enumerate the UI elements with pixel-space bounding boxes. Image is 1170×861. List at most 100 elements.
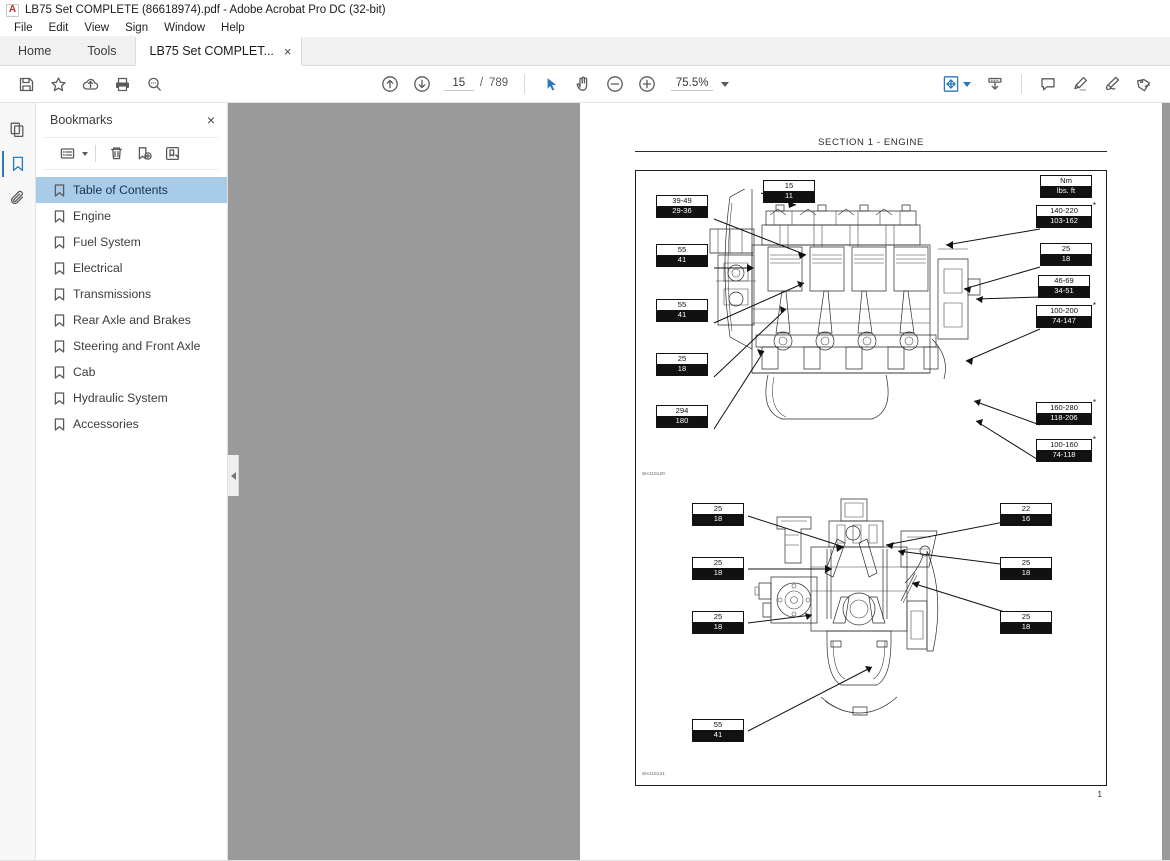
page-thumbnails-icon xyxy=(10,122,23,138)
zoom-in-button[interactable] xyxy=(631,69,663,99)
sign-button[interactable] xyxy=(1096,69,1128,99)
pdf-viewer[interactable]: SECTION 1 - ENGINE 15 11 39-49 29-36 55 … xyxy=(228,103,1170,860)
tab-tools[interactable]: Tools xyxy=(69,36,135,65)
torque-label-55-a: 55 41 xyxy=(656,244,708,267)
tab-home[interactable]: Home xyxy=(0,36,70,65)
close-icon[interactable]: × xyxy=(207,113,215,127)
add-bookmark-button[interactable] xyxy=(42,69,74,99)
bookmarks-divider xyxy=(95,145,96,162)
torque-label-bottom-25-b: 25 18 xyxy=(692,557,744,580)
collapse-panel-button[interactable] xyxy=(228,455,239,496)
bookmark-label: Table of Contents xyxy=(73,183,172,197)
zoom-out-button[interactable] xyxy=(599,69,631,99)
attachments-button[interactable] xyxy=(2,181,34,215)
highlight-button[interactable] xyxy=(1064,69,1096,99)
minus-circle-icon xyxy=(607,76,624,92)
bookmark-item-transmissions[interactable]: Transmissions xyxy=(36,281,227,307)
torque-label-bottom-55: 55 41 xyxy=(692,719,744,742)
page-number-input[interactable] xyxy=(443,77,474,91)
comment-button[interactable] xyxy=(1032,69,1064,99)
close-icon[interactable]: × xyxy=(284,45,292,58)
previous-page-button[interactable] xyxy=(374,69,406,99)
page-thumbnails-button[interactable] xyxy=(2,113,34,147)
chevron-down-icon[interactable] xyxy=(82,151,88,156)
new-bookmark-button[interactable] xyxy=(131,142,157,166)
torque-label-55-b: 55 41 xyxy=(656,299,708,322)
torque-nm: 55 xyxy=(713,720,723,729)
bookmark-item-engine[interactable]: Engine xyxy=(36,203,227,229)
torque-label-15: 15 11 xyxy=(763,180,815,203)
print-button[interactable] xyxy=(106,69,138,99)
bookmark-item-rear-axle-and-brakes[interactable]: Rear Axle and Brakes xyxy=(36,307,227,333)
bookmarks-header: Bookmarks × xyxy=(36,103,227,137)
torque-lbft: 41 xyxy=(657,255,707,266)
new-bookmark-icon xyxy=(138,147,152,160)
bookmark-options-button[interactable] xyxy=(54,142,80,166)
chevron-down-icon[interactable] xyxy=(721,81,730,87)
bookmark-icon xyxy=(54,313,65,327)
torque-label-bottom-25-e: 25 18 xyxy=(1000,611,1052,634)
menu-item-edit[interactable]: Edit xyxy=(41,20,77,37)
menu-item-help[interactable]: Help xyxy=(213,20,253,37)
torque-nm: 15 xyxy=(784,181,794,190)
options-menu-icon xyxy=(60,148,74,159)
save-button[interactable] xyxy=(10,69,42,99)
torque-lbft: 11 xyxy=(764,191,814,202)
cloud-upload-icon xyxy=(82,78,98,90)
tab-strip: Home Tools LB75 Set COMPLET... × xyxy=(0,36,1170,66)
torque-label-bottom-25-d: 25 18 xyxy=(692,611,744,634)
torque-nm: 100-200 xyxy=(1050,306,1078,315)
tab-document[interactable]: LB75 Set COMPLET... × xyxy=(134,37,303,66)
bookmark-icon xyxy=(54,365,65,379)
bookmark-label: Cab xyxy=(73,365,96,379)
edit-bookmark-icon xyxy=(165,146,179,161)
upload-button[interactable] xyxy=(74,69,106,99)
comment-icon xyxy=(1041,78,1055,91)
delete-bookmark-button[interactable] xyxy=(103,142,129,166)
download-button[interactable] xyxy=(979,69,1011,99)
toolbar-left-group xyxy=(10,69,170,99)
menu-item-sign[interactable]: Sign xyxy=(117,20,156,37)
edit-bookmark-button[interactable] xyxy=(159,142,185,166)
bookmarks-button[interactable] xyxy=(1,147,34,181)
torque-nm: 55 xyxy=(677,300,687,309)
bookmarks-panel: Bookmarks × Table of Contents Engine Fue… xyxy=(36,103,228,860)
torque-nm: 25 xyxy=(1021,558,1031,567)
bookmark-item-hydraulic-system[interactable]: Hydraulic System xyxy=(36,385,227,411)
bookmark-item-table-of-contents[interactable]: Table of Contents xyxy=(36,177,227,203)
torque-label-46-69: 46-69 34-51 xyxy=(1038,275,1090,298)
bookmarks-title: Bookmarks xyxy=(50,113,113,127)
bookmark-item-electrical[interactable]: Electrical xyxy=(36,255,227,281)
torque-lbft: 118-206 xyxy=(1037,413,1091,424)
torque-lbft: 18 xyxy=(693,514,743,525)
zoom-control[interactable]: 75.5% xyxy=(671,77,730,91)
main-toolbar: / 789 75.5% xyxy=(0,66,1170,103)
torque-label-160-280: * 160-280 118-206 xyxy=(1036,399,1096,425)
pdf-page: SECTION 1 - ENGINE 15 11 39-49 29-36 55 … xyxy=(580,103,1162,860)
torque-label-bottom-22: 22 16 xyxy=(1000,503,1052,526)
search-button[interactable] xyxy=(138,69,170,99)
bookmark-label: Engine xyxy=(73,209,111,223)
torque-lbft: 18 xyxy=(1041,254,1091,265)
select-tool-button[interactable] xyxy=(535,69,567,99)
bookmark-item-steering-and-front-axle[interactable]: Steering and Front Axle xyxy=(36,333,227,359)
title-bar: A LB75 Set COMPLETE (86618974).pdf - Ado… xyxy=(0,0,1170,20)
star-icon xyxy=(50,76,66,91)
hand-tool-button[interactable] xyxy=(567,69,599,99)
fill-and-sign-button[interactable] xyxy=(1128,69,1160,99)
fit-page-chevron-icon[interactable] xyxy=(963,81,972,87)
menu-item-window[interactable]: Window xyxy=(156,20,213,37)
next-page-button[interactable] xyxy=(406,69,438,99)
bookmark-label: Accessories xyxy=(73,417,139,431)
bookmark-label: Transmissions xyxy=(73,287,152,301)
bookmark-item-cab[interactable]: Cab xyxy=(36,359,227,385)
search-icon xyxy=(147,77,161,91)
menu-item-file[interactable]: File xyxy=(6,20,41,37)
bookmark-item-accessories[interactable]: Accessories xyxy=(36,411,227,437)
torque-label-140-220: * 140-220 103-162 xyxy=(1036,202,1096,228)
torque-nm: 22 xyxy=(1021,504,1031,513)
menu-item-view[interactable]: View xyxy=(76,20,117,37)
torque-lbft: 29-36 xyxy=(657,206,707,217)
bookmark-icon xyxy=(54,261,65,275)
bookmark-item-fuel-system[interactable]: Fuel System xyxy=(36,229,227,255)
